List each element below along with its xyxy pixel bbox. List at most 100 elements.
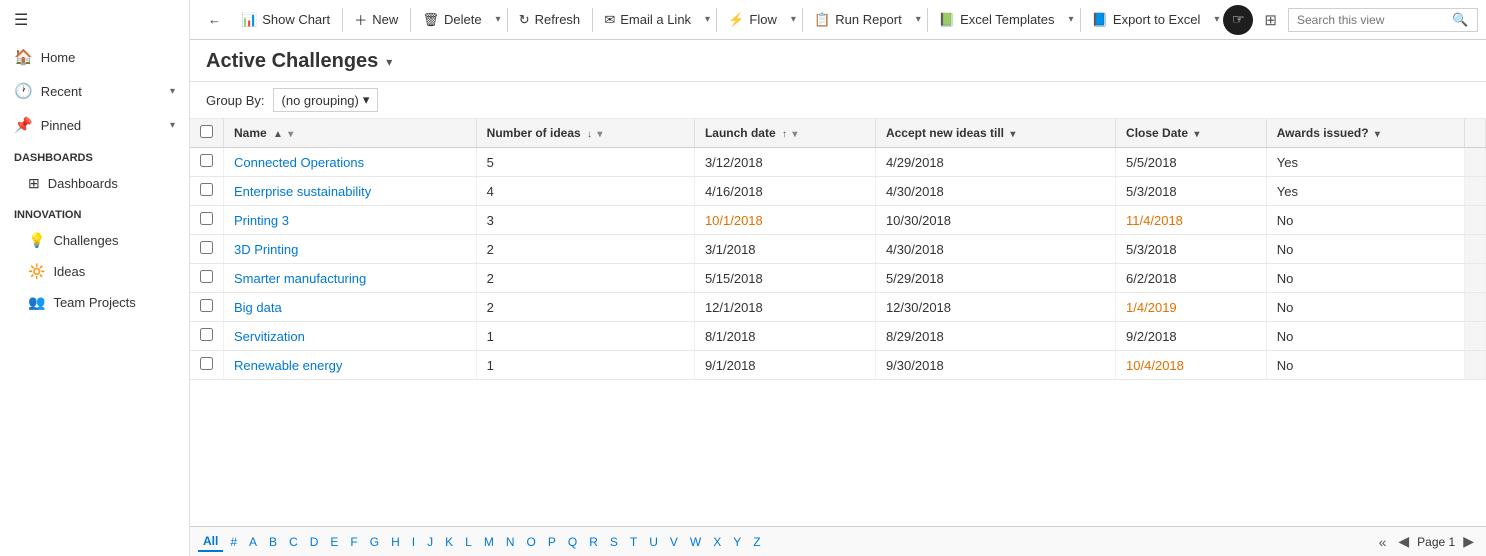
alpha-item-s[interactable]: S (605, 533, 623, 551)
row-name[interactable]: Connected Operations (224, 148, 477, 177)
show-chart-button[interactable]: 📊 Show Chart (231, 7, 340, 33)
th-awards[interactable]: Awards issued? ▾ (1266, 119, 1464, 148)
flow-button[interactable]: ⚡ Flow (718, 7, 787, 33)
alpha-item-n[interactable]: N (501, 533, 520, 551)
th-close[interactable]: Close Date ▾ (1116, 119, 1267, 148)
th-ideas-label: Number of ideas (487, 126, 581, 140)
sidebar-item-ideas[interactable]: 🔆 Ideas (0, 256, 189, 287)
alpha-item-m[interactable]: M (479, 533, 499, 551)
sidebar-item-challenges[interactable]: 💡 Challenges (0, 225, 189, 256)
email-link-button[interactable]: ✉ Email a Link (594, 7, 701, 33)
alpha-item-f[interactable]: F (345, 533, 362, 551)
row-checkbox[interactable] (200, 328, 213, 341)
sidebar-item-dashboards[interactable]: ⊞ Dashboards (0, 168, 189, 199)
row-checkbox[interactable] (200, 299, 213, 312)
alpha-item-u[interactable]: U (644, 533, 663, 551)
th-resize[interactable] (1465, 119, 1486, 148)
alpha-item-r[interactable]: R (584, 533, 603, 551)
row-checkbox[interactable] (200, 270, 213, 283)
delete-dropdown-arrow[interactable]: ▾ (492, 9, 505, 30)
delete-button[interactable]: 🗑 Delete (412, 7, 491, 33)
select-all-checkbox[interactable] (200, 125, 213, 138)
run-report-dropdown-arrow[interactable]: ▾ (912, 9, 925, 30)
view-title-chevron-icon[interactable]: ▾ (386, 55, 392, 69)
hamburger-button[interactable]: ☰ (0, 0, 189, 40)
row-resize (1465, 177, 1486, 206)
alpha-item-h[interactable]: H (386, 533, 405, 551)
alpha-item-d[interactable]: D (305, 533, 324, 551)
th-close-label: Close Date (1126, 126, 1188, 140)
alpha-item-#[interactable]: # (225, 533, 242, 551)
sidebar-item-team-projects[interactable]: 👥 Team Projects (0, 287, 189, 318)
flow-dropdown-arrow[interactable]: ▾ (787, 9, 800, 30)
page-prev-button[interactable]: ◀ (1394, 531, 1413, 552)
back-button[interactable]: ← (198, 7, 231, 32)
alpha-pagination: All#ABCDEFGHIJKLMNOPQRSTUVWXYZ (198, 532, 1371, 552)
row-accept: 12/30/2018 (875, 293, 1115, 322)
run-report-button[interactable]: 📋 Run Report (804, 7, 912, 33)
export-excel-button[interactable]: 📘 Export to Excel (1082, 7, 1211, 33)
row-name[interactable]: Renewable energy (224, 351, 477, 380)
sidebar-item-home[interactable]: 🏠 Home (0, 40, 189, 74)
row-name[interactable]: Big data (224, 293, 477, 322)
alpha-item-v[interactable]: V (665, 533, 683, 551)
row-name[interactable]: 3D Printing (224, 235, 477, 264)
alpha-item-b[interactable]: B (264, 533, 282, 551)
alpha-item-c[interactable]: C (284, 533, 303, 551)
alpha-item-y[interactable]: Y (728, 533, 746, 551)
page-first-button[interactable]: « (1375, 532, 1391, 552)
alpha-item-q[interactable]: Q (563, 533, 582, 551)
row-ideas: 3 (476, 206, 694, 235)
export-excel-dropdown-arrow[interactable]: ▾ (1210, 9, 1223, 30)
row-close: 9/2/2018 (1116, 322, 1267, 351)
row-checkbox[interactable] (200, 183, 213, 196)
row-checkbox[interactable] (200, 241, 213, 254)
alpha-item-x[interactable]: X (708, 533, 726, 551)
row-name[interactable]: Printing 3 (224, 206, 477, 235)
excel-templates-button[interactable]: 📗 Excel Templates (929, 7, 1065, 33)
filter-icon[interactable]: ⊞ (1259, 6, 1282, 34)
search-input[interactable] (1297, 13, 1447, 27)
alpha-item-k[interactable]: K (440, 533, 458, 551)
excel-templates-dropdown-arrow[interactable]: ▾ (1065, 9, 1078, 30)
sidebar-item-team-projects-label: Team Projects (53, 295, 135, 310)
row-name[interactable]: Enterprise sustainability (224, 177, 477, 206)
page-label: Page 1 (1417, 535, 1455, 549)
th-launch[interactable]: Launch date ↑ ▾ (694, 119, 875, 148)
row-checkbox[interactable] (200, 357, 213, 370)
alpha-item-j[interactable]: J (422, 533, 438, 551)
row-checkbox[interactable] (200, 154, 213, 167)
alpha-item-l[interactable]: L (460, 533, 477, 551)
email-link-label: Email a Link (620, 12, 691, 27)
alpha-item-o[interactable]: O (522, 533, 541, 551)
row-name[interactable]: Smarter manufacturing (224, 264, 477, 293)
new-button[interactable]: ＋ New (344, 5, 408, 34)
alpha-item-g[interactable]: G (365, 533, 384, 551)
table-row: Printing 3 3 10/1/2018 10/30/2018 11/4/2… (190, 206, 1486, 235)
group-by-select[interactable]: (no grouping) ▾ (273, 88, 379, 112)
alpha-item-w[interactable]: W (685, 533, 706, 551)
row-checkbox[interactable] (200, 212, 213, 225)
th-name[interactable]: Name ▲ ▾ (224, 119, 477, 148)
row-ideas: 4 (476, 177, 694, 206)
sidebar-item-recent[interactable]: 🕐 Recent ▾ (0, 74, 189, 108)
refresh-button[interactable]: ↻ Refresh (509, 7, 590, 33)
alpha-item-all[interactable]: All (198, 532, 223, 552)
th-accept[interactable]: Accept new ideas till ▾ (875, 119, 1115, 148)
sidebar-item-pinned[interactable]: 📌 Pinned ▾ (0, 108, 189, 142)
excel-templates-label: Excel Templates (960, 12, 1054, 27)
table-row: Big data 2 12/1/2018 12/30/2018 1/4/2019… (190, 293, 1486, 322)
flow-label: Flow (749, 12, 776, 27)
page-next-button[interactable]: ▶ (1459, 531, 1478, 552)
row-ideas: 1 (476, 351, 694, 380)
row-name[interactable]: Servitization (224, 322, 477, 351)
alpha-item-t[interactable]: T (625, 533, 642, 551)
alpha-item-i[interactable]: I (407, 533, 420, 551)
email-dropdown-arrow[interactable]: ▾ (701, 9, 714, 30)
alpha-item-a[interactable]: A (244, 533, 262, 551)
row-awards: Yes (1266, 177, 1464, 206)
alpha-item-z[interactable]: Z (748, 533, 765, 551)
th-ideas[interactable]: Number of ideas ↓ ▾ (476, 119, 694, 148)
alpha-item-e[interactable]: E (325, 533, 343, 551)
alpha-item-p[interactable]: P (543, 533, 561, 551)
